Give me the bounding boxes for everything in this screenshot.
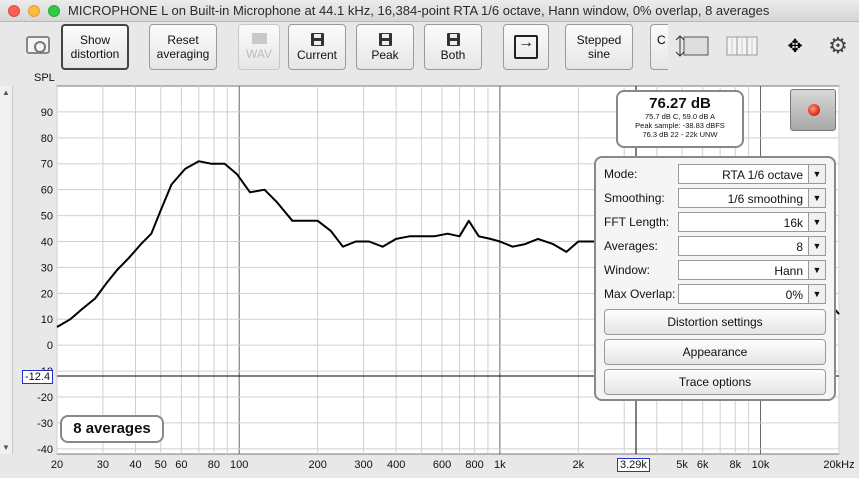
x-tick-label: 80 bbox=[208, 459, 220, 471]
y-tick-label: 40 bbox=[41, 236, 53, 248]
spl-weighted: 75.7 dB C, 59.0 dB A bbox=[644, 112, 716, 121]
rta-settings-panel: Mode: RTA 1/6 octave Smoothing: 1/6 smoo… bbox=[594, 156, 836, 401]
fft-length-select[interactable]: 16k bbox=[678, 212, 826, 232]
spl-peak-sample: Peak sample: -38.83 dBFS bbox=[635, 121, 725, 130]
mode-select[interactable]: RTA 1/6 octave bbox=[678, 164, 826, 184]
x-tick-label: 50 bbox=[155, 459, 167, 471]
x-tick-label: 10k bbox=[752, 459, 770, 471]
fft-length-row: FFT Length: 16k bbox=[604, 212, 826, 232]
y-tick-labels: 9080706050403020100-10-20-30-40 bbox=[37, 107, 53, 456]
y-tick-label: 0 bbox=[47, 340, 53, 352]
averages-counter: 8 averages bbox=[60, 415, 164, 443]
y-tick-label: 10 bbox=[41, 314, 53, 326]
x-tick-label: 5k bbox=[676, 459, 688, 471]
spl-meter[interactable]: 76.27 dB 75.7 dB C, 59.0 dB A Peak sampl… bbox=[616, 90, 744, 148]
smoothing-label: Smoothing: bbox=[604, 191, 665, 205]
smoothing-row: Smoothing: 1/6 smoothing bbox=[604, 188, 826, 208]
averages-row: Averages: 8 bbox=[604, 236, 826, 256]
max-overlap-label: Max Overlap: bbox=[604, 287, 676, 301]
window-label: Window: bbox=[604, 263, 651, 277]
x-tick-label: 300 bbox=[354, 459, 372, 471]
y-tick-label: -20 bbox=[37, 392, 53, 404]
y-tick-label: 50 bbox=[41, 211, 53, 223]
smoothing-select[interactable]: 1/6 smoothing bbox=[678, 188, 826, 208]
x-tick-label: 60 bbox=[175, 459, 187, 471]
x-tick-label: 800 bbox=[465, 459, 483, 471]
mode-row: Mode: RTA 1/6 octave bbox=[604, 164, 826, 184]
distortion-settings-button[interactable]: Distortion settings bbox=[604, 309, 826, 335]
x-tick-labels: 20 30 40 50 60 80 100 200 300 400 600 800 1k 2k 5k 6k 8k… bbox=[51, 459, 855, 471]
averages-label: Averages: bbox=[604, 239, 658, 253]
averages-select[interactable]: 8 bbox=[678, 236, 826, 256]
y-tick-label: 80 bbox=[41, 133, 53, 145]
y-tick-label: 60 bbox=[41, 185, 53, 197]
x-tick-label: 20 bbox=[51, 459, 63, 471]
app-window: MICROPHONE L on Built-in Microphone at 4… bbox=[0, 0, 859, 478]
x-tick-label: 8k bbox=[729, 459, 741, 471]
record-button[interactable] bbox=[790, 89, 836, 131]
x-tick-label: 20kHz bbox=[823, 459, 854, 471]
window-select[interactable]: Hann bbox=[678, 260, 826, 280]
y-tick-label: -40 bbox=[37, 444, 53, 456]
appearance-button[interactable]: Appearance bbox=[604, 339, 826, 365]
x-tick-label: 2k bbox=[573, 459, 585, 471]
x-tick-label: 6k bbox=[697, 459, 709, 471]
y-tick-label: 30 bbox=[41, 262, 53, 274]
max-overlap-select[interactable]: 0% bbox=[678, 284, 826, 304]
fft-length-label: FFT Length: bbox=[604, 215, 670, 229]
x-tick-label: 600 bbox=[433, 459, 451, 471]
spl-unweighted: 76.3 dB 22 - 22k UNW bbox=[642, 130, 718, 139]
cursor-x-readout: 3.29k bbox=[617, 458, 650, 472]
x-tick-label: 400 bbox=[387, 459, 405, 471]
y-tick-label: 70 bbox=[41, 159, 53, 171]
y-tick-label: 20 bbox=[41, 288, 53, 300]
x-tick-label: 30 bbox=[97, 459, 109, 471]
x-tick-label: 100 bbox=[230, 459, 248, 471]
spl-main-value: 76.27 dB bbox=[649, 95, 711, 112]
max-overlap-row: Max Overlap: 0% bbox=[604, 284, 826, 304]
y-tick-label: 90 bbox=[41, 107, 53, 119]
x-tick-label: 200 bbox=[308, 459, 326, 471]
mode-label: Mode: bbox=[604, 167, 638, 181]
x-tick-label: 40 bbox=[129, 459, 141, 471]
window-row: Window: Hann bbox=[604, 260, 826, 280]
trace-options-button[interactable]: Trace options bbox=[604, 369, 826, 395]
cursor-y-readout: -12.4 bbox=[22, 370, 54, 384]
y-tick-label: -30 bbox=[37, 418, 53, 430]
x-tick-label: 1k bbox=[494, 459, 506, 471]
